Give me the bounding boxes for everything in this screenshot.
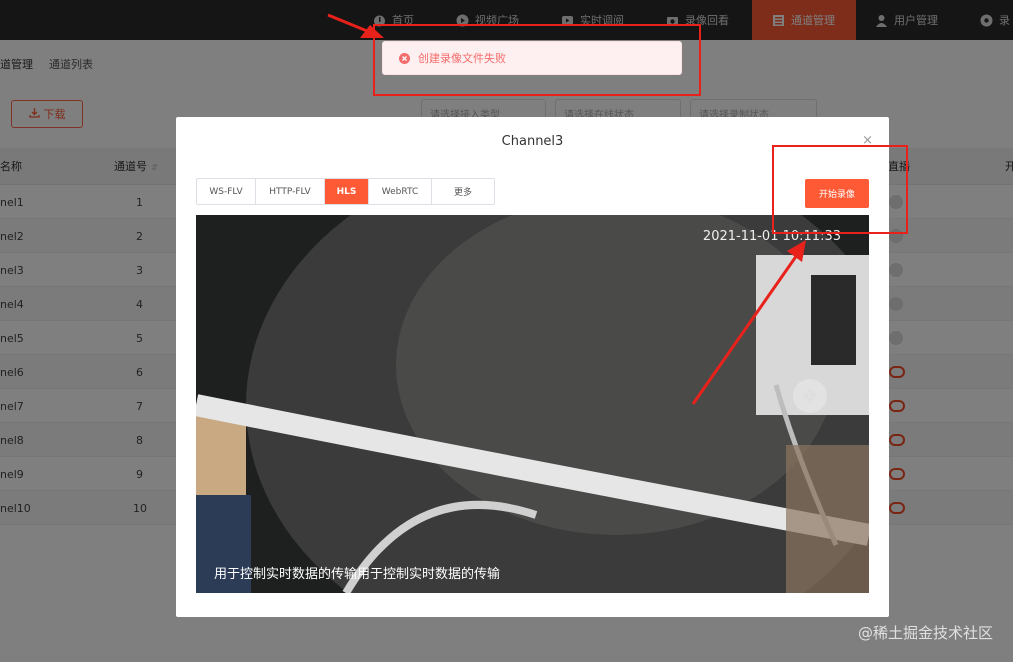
watermark: @稀土掘金技术社区 xyxy=(857,624,993,642)
video-caption: 用于控制实时数据的传输用于控制实时数据的传输 xyxy=(214,567,501,582)
annotation-box-record-button xyxy=(772,145,908,234)
tab-ws-flv[interactable]: WS-FLV xyxy=(197,179,256,204)
tab-more[interactable]: 更多 xyxy=(432,179,494,204)
video-player[interactable]: 2021-11-01 10:11:33 ✥ 用于控制实时数据的传输用于控制实时数… xyxy=(196,215,869,593)
move-icon[interactable]: ✥ xyxy=(793,379,827,413)
protocol-tabs: WS-FLV HTTP-FLV HLS WebRTC 更多 xyxy=(196,178,495,205)
annotation-box-toast xyxy=(373,24,701,96)
tab-webrtc[interactable]: WebRTC xyxy=(369,179,432,204)
tab-http-flv[interactable]: HTTP-FLV xyxy=(256,179,325,204)
tab-hls[interactable]: HLS xyxy=(325,179,369,204)
video-frame-image xyxy=(196,215,869,593)
